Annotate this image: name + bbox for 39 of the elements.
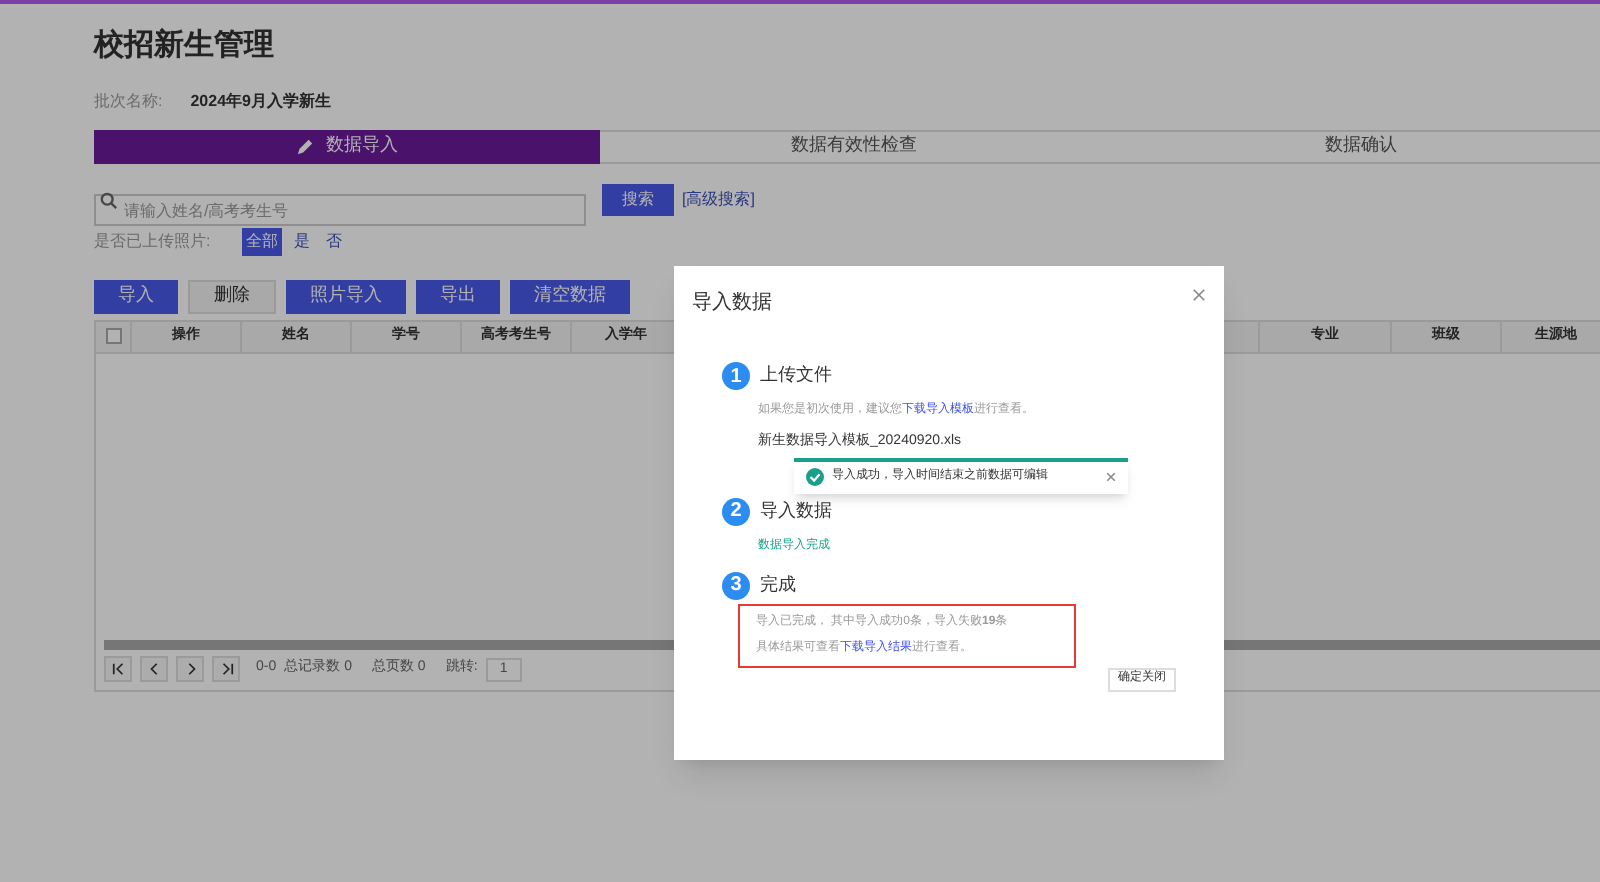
- first-page-button[interactable]: [104, 656, 132, 682]
- chevron-icon: [147, 662, 161, 676]
- step-title: 完成: [760, 571, 796, 598]
- batch-value: 2024年9月入学新生: [190, 89, 331, 113]
- step-number: 3: [722, 571, 750, 599]
- step-tab[interactable]: 数据有效性检查: [600, 129, 1108, 163]
- bar-chevron-icon: [219, 662, 233, 676]
- step-title: 上传文件: [760, 362, 832, 389]
- toolbar-button[interactable]: 清空数据: [510, 279, 630, 313]
- dialog-title: 导入数据: [692, 289, 772, 318]
- last-page-button[interactable]: [212, 656, 240, 682]
- search-field[interactable]: 请输入姓名/高考考生号: [94, 194, 586, 226]
- step-tab[interactable]: 数据导入: [94, 129, 601, 163]
- photo-filter-label: 是否已上传照片:: [94, 229, 211, 253]
- filter-option[interactable]: 是: [290, 227, 315, 255]
- toolbar-button[interactable]: 删除: [188, 279, 276, 313]
- bar-chevron-icon: [111, 662, 125, 676]
- advanced-search-link[interactable]: [高级搜索]: [682, 187, 755, 211]
- step-number: 1: [722, 362, 750, 390]
- filter-option[interactable]: 否: [322, 227, 347, 255]
- toolbar-button[interactable]: 照片导入: [286, 279, 406, 313]
- next-page-button[interactable]: [176, 656, 204, 682]
- close-icon[interactable]: [1106, 472, 1116, 482]
- step-tab[interactable]: 数据确认: [1107, 129, 1600, 163]
- page-title: 校招新生管理: [94, 26, 276, 66]
- step-title: 导入数据: [760, 497, 832, 524]
- close-icon[interactable]: [1192, 288, 1206, 302]
- search-button[interactable]: 搜索: [602, 183, 674, 215]
- step-number: 2: [722, 497, 750, 525]
- search-icon: [100, 191, 118, 209]
- prev-page-button[interactable]: [140, 656, 168, 682]
- toolbar-button[interactable]: 导入: [94, 279, 178, 313]
- toolbar-button[interactable]: 导出: [416, 279, 500, 313]
- pencil-icon: [296, 137, 315, 155]
- filter-option[interactable]: 全部: [242, 227, 283, 255]
- check-circle-icon: [806, 468, 824, 486]
- batch-label: 批次名称:: [94, 89, 163, 113]
- select-all-checkbox[interactable]: [105, 328, 121, 344]
- chevron-icon: [183, 662, 197, 676]
